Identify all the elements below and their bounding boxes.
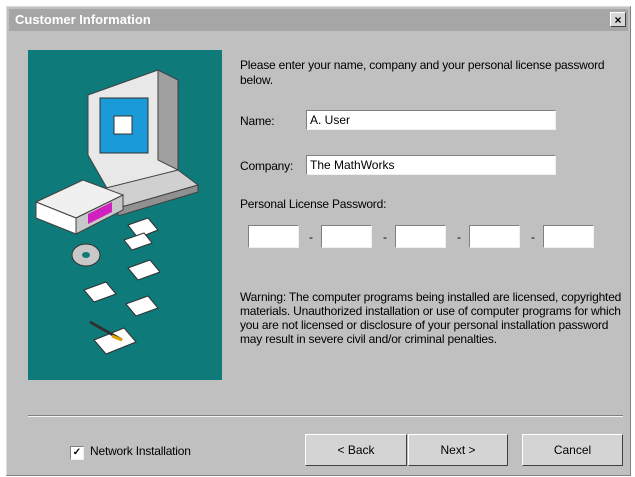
cancel-button[interactable]: Cancel (522, 434, 623, 466)
password-separator: - (531, 230, 535, 244)
password-segment-1[interactable] (248, 225, 299, 248)
network-installation-checkbox[interactable]: ✓ (70, 446, 84, 460)
network-installation-label[interactable]: Network Installation (90, 444, 191, 458)
separator-line (28, 415, 623, 417)
password-separator: - (383, 230, 387, 244)
warning-text: Warning: The computer programs being ins… (240, 290, 622, 346)
password-input-2[interactable] (325, 228, 368, 242)
name-field[interactable] (306, 110, 556, 130)
name-label: Name: (240, 114, 275, 128)
password-segment-5[interactable] (543, 225, 594, 248)
window-title: Customer Information (15, 12, 151, 27)
password-input-5[interactable] (547, 228, 590, 242)
next-button[interactable]: Next > (408, 434, 508, 466)
password-separator: - (457, 230, 461, 244)
password-input-3[interactable] (399, 228, 442, 242)
password-input-1[interactable] (252, 228, 295, 242)
password-separator: - (309, 230, 313, 244)
company-field[interactable] (306, 155, 556, 175)
company-input[interactable] (310, 158, 552, 172)
password-segment-2[interactable] (321, 225, 372, 248)
instructions-text: Please enter your name, company and your… (240, 58, 605, 87)
password-label: Personal License Password: (240, 197, 387, 211)
password-input-4[interactable] (473, 228, 516, 242)
title-bar: Customer Information × (9, 9, 628, 31)
company-label: Company: (240, 159, 294, 173)
computer-with-installation-media-icon (34, 69, 200, 355)
name-input[interactable] (310, 113, 552, 127)
close-button[interactable]: × (610, 12, 626, 27)
setup-illustration (28, 50, 222, 380)
password-segment-4[interactable] (469, 225, 520, 248)
password-segment-3[interactable] (395, 225, 446, 248)
back-button[interactable]: < Back (305, 434, 407, 466)
